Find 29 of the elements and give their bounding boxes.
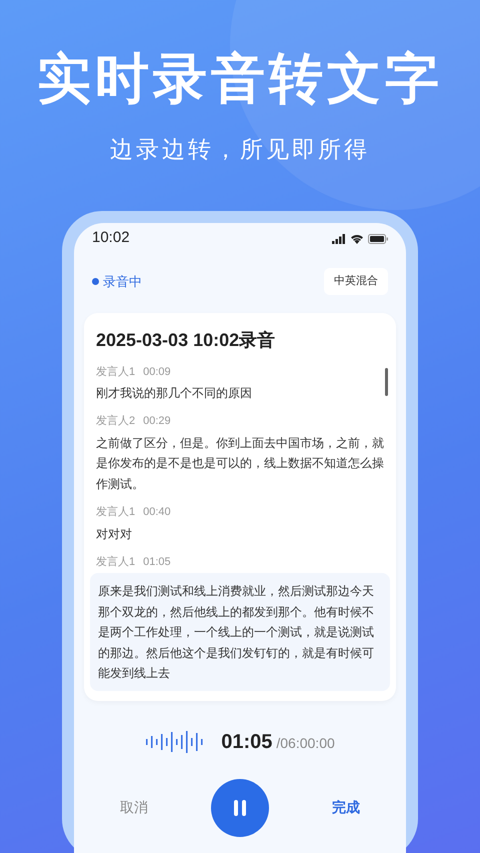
speaker-label: 发言人1 (96, 556, 136, 568)
timestamp: 00:09 (143, 366, 171, 378)
subtitle: 边录边转，所见即所得 (110, 135, 370, 164)
done-button[interactable]: 完成 (326, 796, 366, 819)
signal-icon (332, 234, 346, 244)
speaker-label: 发言人1 (96, 366, 136, 378)
status-time: 10:02 (92, 228, 130, 248)
transcript-text: 之前做了区分，但是。你到上面去中国市场，之前，就是你发布的是不是也是可以的，线上数据不知道怎么操作测试。 (96, 434, 384, 493)
transcript-text: 刚才我说的那几个不同的原因 (96, 385, 253, 402)
battery-icon (368, 234, 388, 244)
waveform-icon (145, 730, 206, 752)
speaker-label: 发言人1 (96, 506, 136, 518)
language-button[interactable]: 中英混合 (324, 268, 388, 295)
wifi-icon (350, 233, 364, 244)
transcript-text: 原来是我们测试和线上消费就业，然后测试那边今天那个双龙的，然后他线上的都发到那个。他有时候不是两个工作处理，一个线上的一个测试，就是说测试的那边。然后他这个是我们发钉钉的，就是有时候可能发到线上去 (90, 573, 390, 692)
elapsed-time: 01:05 (221, 730, 272, 754)
pause-icon (233, 800, 247, 816)
transcript-title: 2025-03-03 10:02录音 (96, 328, 276, 352)
timestamp: 01:05 (143, 556, 171, 568)
speaker-label: 发言人2 (96, 415, 136, 428)
timestamp: 00:29 (143, 415, 171, 428)
recording-dot (92, 278, 99, 285)
cancel-button[interactable]: 取消 (114, 796, 154, 819)
timestamp: 00:40 (143, 506, 171, 518)
scrollbar (385, 368, 388, 396)
headline: 实时录音转文字 (37, 52, 443, 106)
transcript-text: 对对对 (96, 526, 133, 543)
time-limit: /06:00:00 (276, 734, 335, 752)
recording-status: 录音中 (103, 272, 142, 291)
